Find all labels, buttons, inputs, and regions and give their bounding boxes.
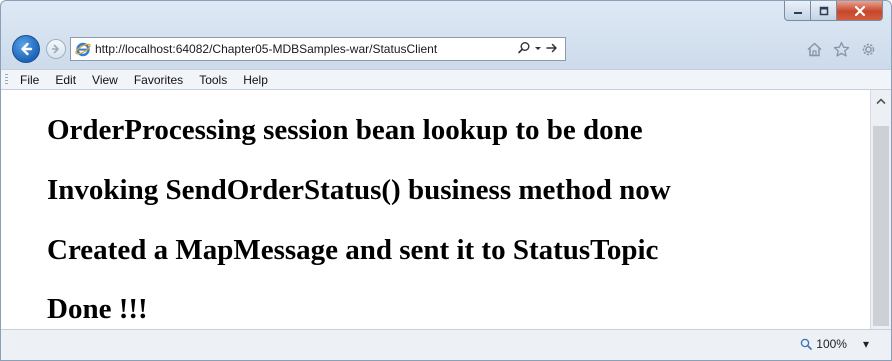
vertical-scrollbar[interactable] xyxy=(870,90,891,331)
status-message: Created a MapMessage and sent it to Stat… xyxy=(47,234,659,266)
browser-window: http://localhost:64082/Chapter05-MDBSamp… xyxy=(0,0,892,361)
menu-file[interactable]: File xyxy=(20,73,39,87)
minimize-icon xyxy=(793,11,802,14)
zoom-dropdown-icon[interactable]: ▾ xyxy=(863,337,869,351)
menu-view[interactable]: View xyxy=(92,73,118,87)
menu-edit[interactable]: Edit xyxy=(55,73,76,87)
scroll-thumb[interactable] xyxy=(873,126,889,326)
menu-tools[interactable]: Tools xyxy=(199,73,227,87)
favorites-star-icon[interactable] xyxy=(833,41,850,58)
maximize-icon xyxy=(819,6,828,15)
page-content: OrderProcessing session bean lookup to b… xyxy=(1,90,872,331)
close-button[interactable] xyxy=(837,1,883,21)
status-bar: 100% ▾ xyxy=(1,329,891,360)
page-ie-icon xyxy=(75,41,91,57)
navigation-bar: http://localhost:64082/Chapter05-MDBSamp… xyxy=(1,30,891,68)
menu-grip xyxy=(5,73,8,86)
go-arrow-icon[interactable] xyxy=(545,41,559,55)
status-message: Done !!! xyxy=(47,293,148,325)
zoom-level: 100% xyxy=(816,337,847,351)
menu-help[interactable]: Help xyxy=(243,73,268,87)
close-icon xyxy=(854,5,865,16)
home-icon[interactable] xyxy=(806,41,823,58)
zoom-control[interactable]: 100% ▾ xyxy=(800,337,869,351)
menu-bar: File Edit View Favorites Tools Help xyxy=(1,69,891,90)
menu-favorites[interactable]: Favorites xyxy=(134,73,183,87)
forward-arrow-icon xyxy=(51,44,59,54)
status-message: Invoking SendOrderStatus() business meth… xyxy=(47,174,671,206)
settings-gear-icon[interactable] xyxy=(860,41,877,58)
chevron-down-icon[interactable] xyxy=(534,41,542,55)
forward-button[interactable] xyxy=(46,39,66,59)
search-icon[interactable] xyxy=(517,41,531,55)
address-bar[interactable]: http://localhost:64082/Chapter05-MDBSamp… xyxy=(70,37,566,61)
address-tools xyxy=(517,41,559,55)
maximize-button[interactable] xyxy=(811,1,837,21)
browser-toolbar-icons xyxy=(806,41,877,58)
status-message: OrderProcessing session bean lookup to b… xyxy=(47,114,643,146)
back-arrow-icon xyxy=(21,42,33,56)
chevron-up-icon xyxy=(876,98,886,104)
back-button[interactable] xyxy=(12,35,40,63)
zoom-icon xyxy=(801,338,813,350)
window-caption-buttons xyxy=(784,1,883,21)
minimize-button[interactable] xyxy=(784,1,811,21)
scroll-up-button[interactable] xyxy=(871,92,891,110)
address-url[interactable]: http://localhost:64082/Chapter05-MDBSamp… xyxy=(95,42,437,56)
